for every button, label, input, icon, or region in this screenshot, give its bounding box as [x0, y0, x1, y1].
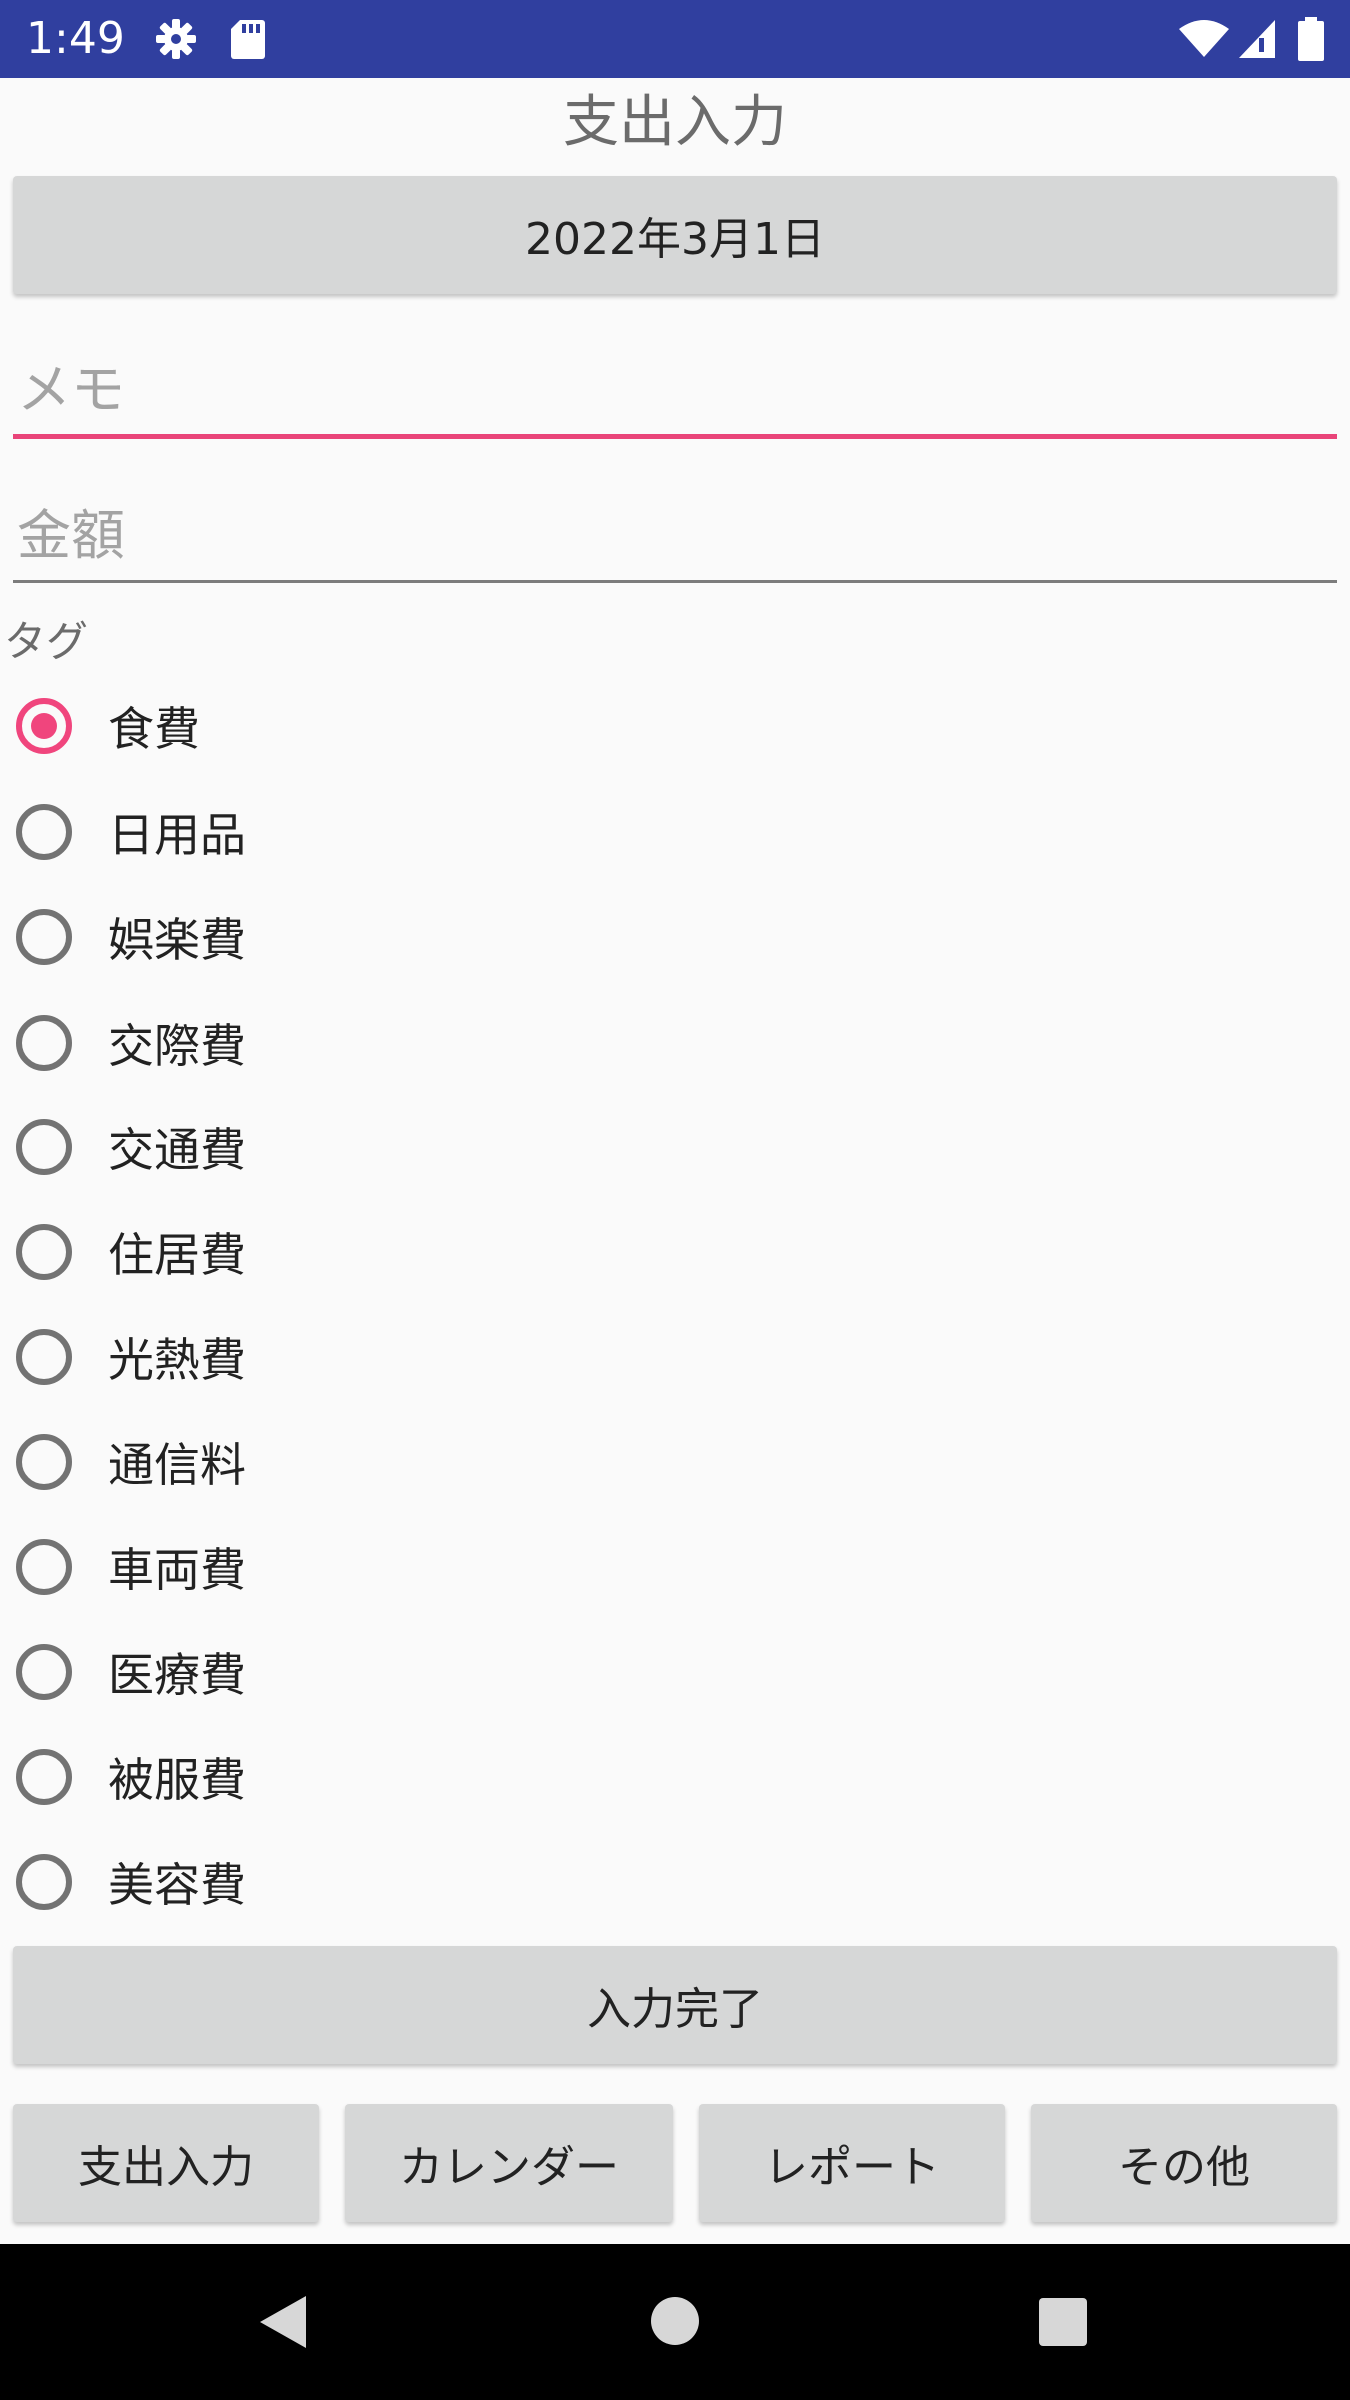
tab-other[interactable]: その他 — [1031, 2104, 1337, 2222]
radio-option-label: 通信料 — [108, 1438, 246, 1492]
radio-option[interactable]: 光熱費 — [16, 1307, 816, 1407]
tab-report[interactable]: レポート — [699, 2104, 1005, 2222]
sd-card-icon — [226, 0, 270, 78]
amount-field-container — [13, 490, 1337, 583]
radio-option-label: 交通費 — [108, 1123, 246, 1177]
radio-option-label: 娯楽費 — [108, 913, 246, 967]
radio-button-icon — [16, 1854, 72, 1910]
memo-field-container — [13, 344, 1337, 439]
memo-input[interactable] — [13, 344, 1337, 434]
home-icon[interactable] — [650, 2296, 700, 2346]
radio-option[interactable]: 車両費 — [16, 1517, 816, 1617]
radio-button-icon — [16, 1119, 72, 1175]
radio-option[interactable]: 日用品 — [16, 782, 816, 882]
radio-option-label: 美容費 — [108, 1858, 246, 1912]
radio-option-label: 車両費 — [108, 1543, 246, 1597]
radio-option-label: 日用品 — [108, 808, 246, 862]
date-picker-button[interactable]: 2022年3月1日 — [13, 176, 1337, 294]
gear-icon — [152, 0, 200, 78]
radio-option-label: 光熱費 — [108, 1333, 246, 1387]
radio-button-icon — [16, 909, 72, 965]
radio-button-icon — [16, 1015, 72, 1071]
radio-button-icon — [16, 1224, 72, 1280]
status-bar: 1:49 — [0, 0, 1350, 78]
radio-option-label: 食費 — [108, 702, 200, 756]
amount-input-underline — [13, 580, 1337, 583]
radio-option[interactable]: 交通費 — [16, 1097, 816, 1197]
radio-button-icon — [16, 1329, 72, 1385]
radio-option[interactable]: 通信料 — [16, 1412, 816, 1512]
recents-icon[interactable] — [1039, 2298, 1087, 2346]
page-title: 支出入力 — [563, 90, 787, 155]
radio-option[interactable]: 被服費 — [16, 1727, 816, 1827]
tag-section-label: タグ — [4, 617, 89, 666]
radio-button-icon — [16, 698, 72, 754]
radio-option[interactable]: 交際費 — [16, 993, 816, 1093]
back-icon[interactable] — [258, 2294, 308, 2350]
radio-button-icon — [16, 804, 72, 860]
tab-expense-input[interactable]: 支出入力 — [13, 2104, 319, 2222]
battery-icon — [1296, 0, 1326, 78]
radio-option[interactable]: 食費 — [16, 676, 816, 776]
radio-option[interactable]: 住居費 — [16, 1202, 816, 1302]
radio-option[interactable]: 医療費 — [16, 1622, 816, 1722]
radio-button-icon — [16, 1749, 72, 1805]
radio-button-icon — [16, 1434, 72, 1490]
memo-input-underline — [13, 434, 1337, 439]
radio-option[interactable]: 娯楽費 — [16, 887, 816, 987]
submit-button[interactable]: 入力完了 — [13, 1946, 1337, 2064]
amount-input[interactable] — [13, 490, 1337, 580]
radio-option-label: 医療費 — [108, 1648, 246, 1702]
signal-icon — [1236, 0, 1278, 78]
radio-option-label: 住居費 — [108, 1228, 246, 1282]
radio-option-label: 交際費 — [108, 1019, 246, 1073]
tab-calendar[interactable]: カレンダー — [345, 2104, 673, 2222]
wifi-icon — [1176, 0, 1232, 78]
radio-option-label: 被服費 — [108, 1753, 246, 1807]
radio-button-icon — [16, 1539, 72, 1595]
radio-button-icon — [16, 1644, 72, 1700]
radio-option[interactable]: 美容費 — [16, 1832, 816, 1932]
navigation-bar — [0, 2244, 1350, 2400]
status-time: 1:49 — [26, 13, 125, 64]
